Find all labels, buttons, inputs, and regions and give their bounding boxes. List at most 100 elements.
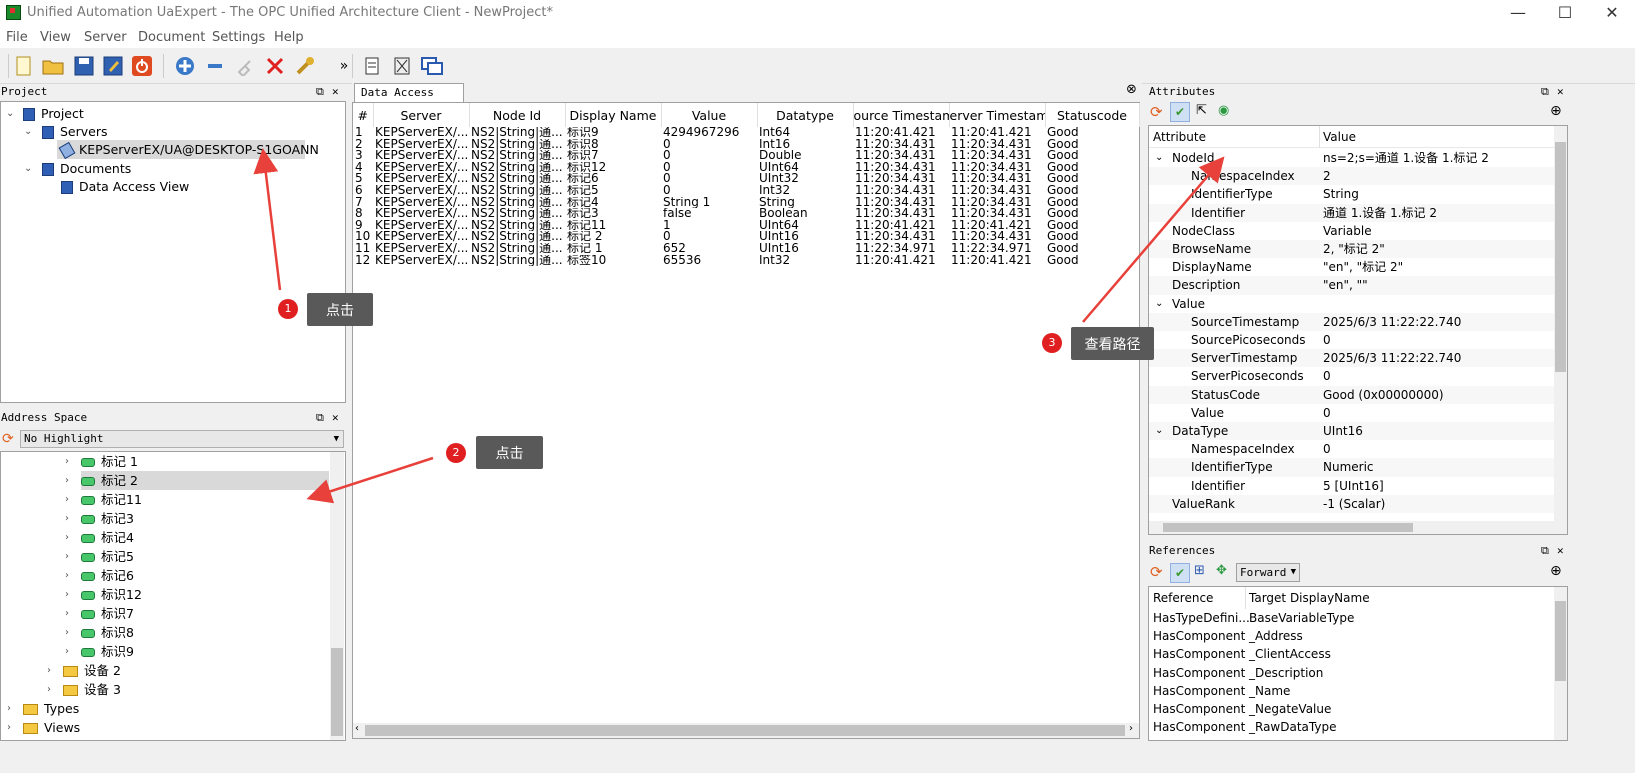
menu-document[interactable]: Document <box>138 30 205 45</box>
table-row[interactable]: 9 KEPServerEX/... NS2|String|通... 标记11 1 UInt… <box>353 220 1139 232</box>
attribute-row[interactable]: StatusCode Good (0x00000000) <box>1149 385 1554 404</box>
tree-item-project[interactable]: ⌄ Project <box>1 104 345 123</box>
chevron-right-icon[interactable]: › <box>65 585 69 604</box>
column-header[interactable]: Server <box>373 103 470 127</box>
tree-item-data-access-view[interactable]: Data Access View <box>1 177 345 196</box>
chevron-down-icon[interactable]: ⌄ <box>1155 149 1163 167</box>
attribute-row[interactable]: ServerPicoseconds 0 <box>1149 367 1554 385</box>
chevron-right-icon[interactable]: › <box>7 718 11 737</box>
scroll-thumb[interactable] <box>1163 523 1413 532</box>
attribute-row[interactable]: Value 0 <box>1149 404 1554 422</box>
chevron-right-icon[interactable]: › <box>65 452 69 471</box>
chevron-right-icon[interactable]: › <box>65 547 69 566</box>
chevron-right-icon[interactable]: › <box>65 528 69 547</box>
windows-icon[interactable] <box>420 54 444 78</box>
remove-server-icon[interactable] <box>203 54 227 78</box>
chevron-right-icon[interactable]: › <box>65 642 69 661</box>
column-header[interactable]: Statuscode <box>1045 103 1140 127</box>
attribute-row[interactable]: ⌄ DataType UInt16 <box>1149 422 1554 441</box>
address-item[interactable]: › 标记5 <box>1 547 329 566</box>
close-icon[interactable]: ✕ <box>1557 543 1564 559</box>
hierarchy-icon[interactable]: ⊞ <box>1194 563 1205 578</box>
dropdown-arrow-icon[interactable]: ▼ <box>1291 564 1296 581</box>
open-folder-icon[interactable] <box>41 54 65 78</box>
attribute-row[interactable]: Description "en", "" <box>1149 276 1554 295</box>
table-row[interactable]: 1 KEPServerEX/... NS2|String|通... 标识9 429496… <box>353 127 1139 139</box>
address-item[interactable]: › 标识8 <box>1 623 329 642</box>
minimize-button[interactable]: — <box>1508 3 1528 23</box>
column-header[interactable]: Node Id <box>469 103 566 127</box>
scroll-thumb[interactable] <box>1555 142 1566 372</box>
chevron-right-icon[interactable]: › <box>47 661 51 680</box>
column-header[interactable]: Value <box>661 103 758 127</box>
column-header[interactable]: ource Timestam <box>853 103 950 127</box>
reference-row[interactable]: HasTypeDefini... BaseVariableType <box>1149 609 1554 627</box>
chevron-right-icon[interactable]: › <box>65 566 69 585</box>
cursor-icon[interactable]: ⇱ <box>1196 103 1207 118</box>
float-icon[interactable]: ⧉ <box>316 410 324 426</box>
table-row[interactable]: 11 KEPServerEX/... NS2|String|通... 标记 1 652 U… <box>353 243 1139 255</box>
reference-row[interactable]: HasComponent _RawDataType <box>1149 718 1554 736</box>
address-item[interactable]: › 标记4 <box>1 528 329 547</box>
chevron-right-icon[interactable]: › <box>7 699 11 718</box>
tree-item-servers[interactable]: ⌄ Servers <box>1 122 345 141</box>
chevron-right-icon[interactable]: › <box>65 623 69 642</box>
attribute-row[interactable]: IdentifierType String <box>1149 185 1554 203</box>
address-item[interactable]: › 标识12 <box>1 585 329 604</box>
refresh-icon[interactable]: ⟳ <box>2 431 14 447</box>
chevron-down-icon[interactable]: ⌄ <box>6 104 14 123</box>
scroll-left-icon[interactable]: ‹ <box>355 723 359 734</box>
close-window-button[interactable]: ✕ <box>1602 3 1622 23</box>
scroll-thumb[interactable] <box>331 648 343 736</box>
horizontal-scrollbar[interactable]: ‹ › <box>353 723 1139 738</box>
table-row[interactable]: 4 KEPServerEX/... NS2|String|通... 标识12 0 UInt… <box>353 162 1139 174</box>
attribute-row[interactable]: NodeClass Variable <box>1149 222 1554 240</box>
attribute-row[interactable]: SourcePicoseconds 0 <box>1149 331 1554 349</box>
attribute-row[interactable]: DisplayName "en", "标记 2" <box>1149 258 1554 276</box>
column-header[interactable]: Datatype <box>757 103 854 127</box>
float-icon[interactable]: ⧉ <box>1541 84 1549 100</box>
table-row[interactable]: 5 KEPServerEX/... NS2|String|通... 标记6 0 UInt3… <box>353 173 1139 185</box>
menu-file[interactable]: File <box>6 30 28 45</box>
add-server-icon[interactable] <box>173 54 197 78</box>
refresh-icon[interactable]: ⟳ <box>1150 103 1163 121</box>
address-scrollbar[interactable] <box>330 452 344 740</box>
attribute-row[interactable]: BrowseName 2, "标记 2" <box>1149 240 1554 259</box>
column-header[interactable]: erver Timestam <box>949 103 1046 127</box>
scroll-right-icon[interactable]: › <box>1129 723 1133 734</box>
attribute-row[interactable]: ⌄ Value <box>1149 295 1554 313</box>
add-icon[interactable]: ⊕ <box>1550 563 1562 579</box>
check-icon[interactable]: ✔ <box>1170 102 1190 122</box>
attribute-row[interactable]: NamespaceIndex 2 <box>1149 167 1554 186</box>
check-icon[interactable]: ✔ <box>1170 563 1190 583</box>
scroll-thumb[interactable] <box>365 725 1125 736</box>
table-row[interactable]: 3 KEPServerEX/... NS2|String|通... 标识7 0 Doubl… <box>353 150 1139 162</box>
attributes-vscroll[interactable] <box>1554 126 1567 521</box>
menu-settings[interactable]: Settings <box>212 30 265 45</box>
chevron-down-icon[interactable]: ⌄ <box>24 159 32 178</box>
save-icon[interactable] <box>72 54 96 78</box>
table-row[interactable]: 2 KEPServerEX/... NS2|String|通... 标识8 0 Int16… <box>353 139 1139 151</box>
power-icon[interactable] <box>130 54 154 78</box>
address-root-item[interactable]: › Views <box>1 718 329 737</box>
reference-row[interactable]: HasComponent _NegateValue <box>1149 700 1554 718</box>
table-row[interactable]: 12 KEPServerEX/... NS2|String|通... 标签10 6553… <box>353 255 1139 267</box>
references-vscroll[interactable] <box>1554 587 1567 740</box>
tab-data-access-view[interactable]: Data Access View <box>354 83 464 116</box>
address-item[interactable]: › 标识9 <box>1 642 329 661</box>
attributes-hscroll[interactable] <box>1149 521 1567 534</box>
address-root-item[interactable]: › Types <box>1 699 329 718</box>
attribute-row[interactable]: SourceTimestamp 2025/6/3 11:22:22.740 <box>1149 312 1554 331</box>
dropdown-arrow-icon[interactable]: ▼ <box>334 431 339 447</box>
address-item[interactable]: › 标记11 <box>1 490 329 509</box>
new-project-icon[interactable] <box>12 54 36 78</box>
table-row[interactable]: 7 KEPServerEX/... NS2|String|通... 标记4 String… <box>353 197 1139 209</box>
attribute-row[interactable]: ⌄ NodeId ns=2;s=通道 1.设备 1.标记 2 <box>1149 149 1554 167</box>
address-item[interactable]: › 标记 1 <box>1 452 329 471</box>
attribute-row[interactable]: Identifier 通道 1.设备 1.标记 2 <box>1149 203 1554 222</box>
float-icon[interactable]: ⧉ <box>316 84 324 100</box>
disconnect-icon[interactable] <box>263 54 287 78</box>
reference-row[interactable]: HasComponent _Name <box>1149 682 1554 700</box>
attribute-row[interactable]: ServerTimestamp 2025/6/3 11:22:22.740 <box>1149 349 1554 368</box>
save-as-icon[interactable] <box>101 54 125 78</box>
